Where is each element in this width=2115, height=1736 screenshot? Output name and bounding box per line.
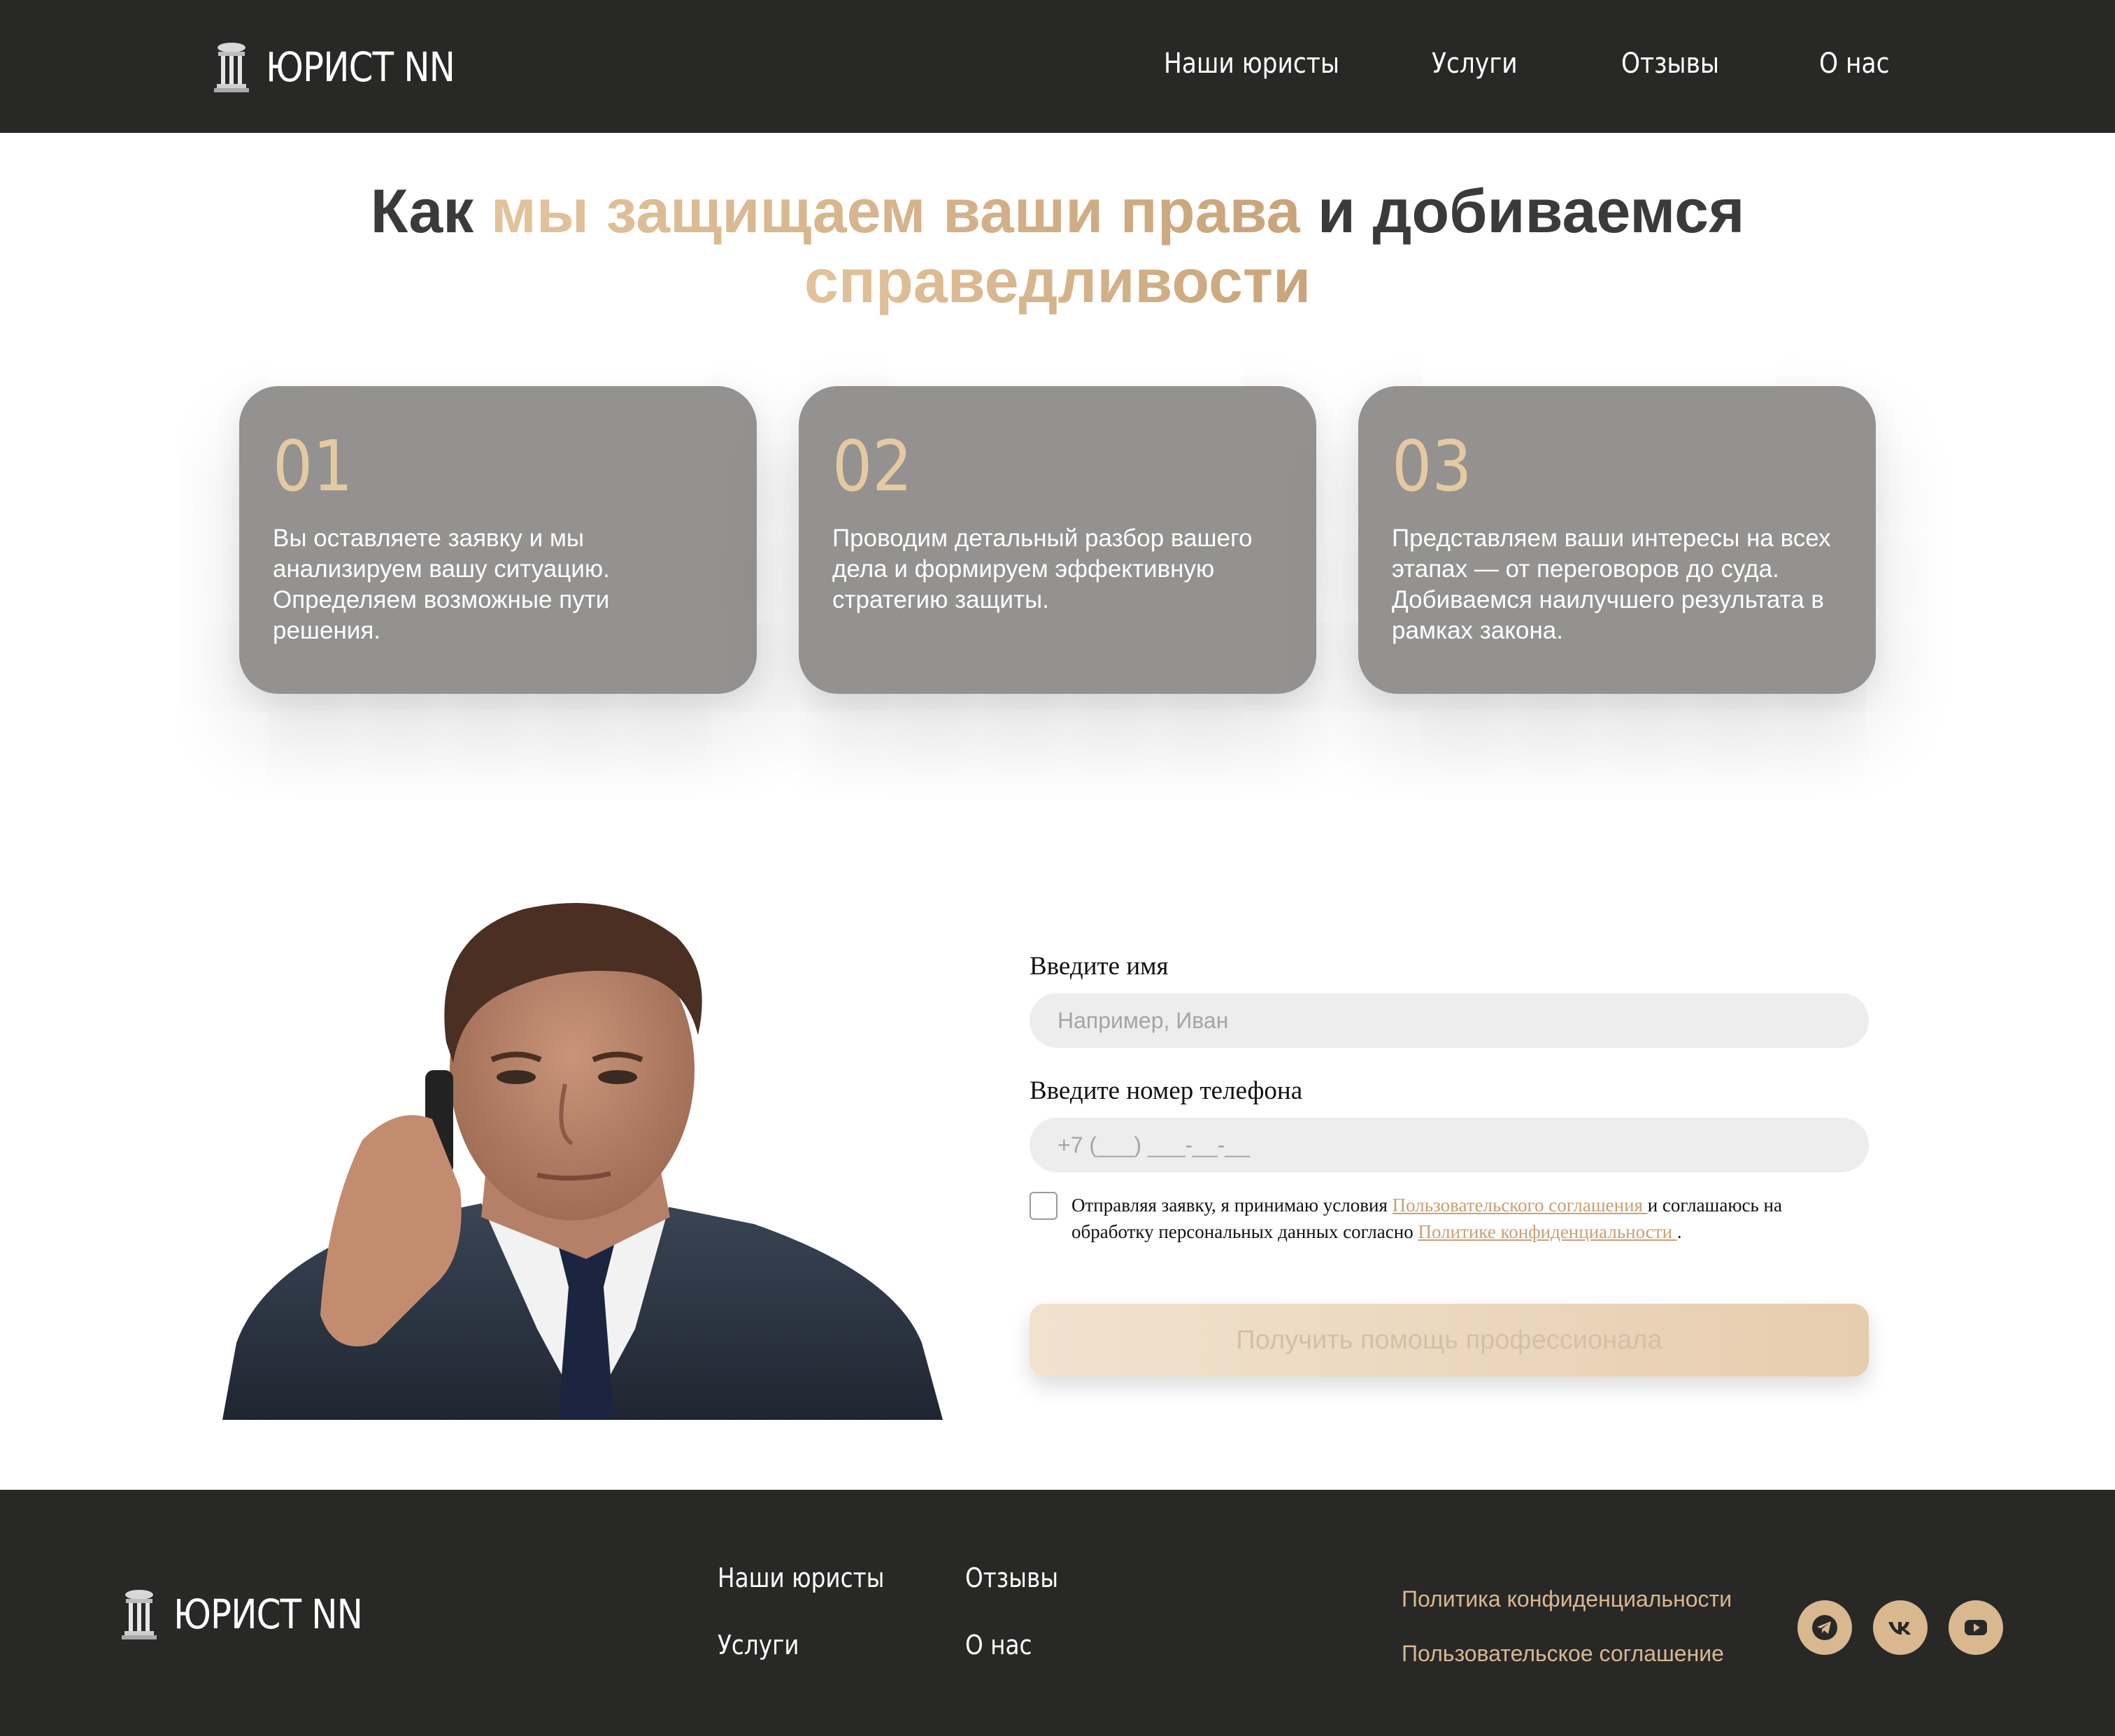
- footer-brand-name: ЮРИСТ NN: [173, 1591, 363, 1638]
- youtube-icon[interactable]: [1949, 1600, 2003, 1655]
- agree-text-3: .: [1676, 1221, 1682, 1242]
- phone-input[interactable]: [1030, 1118, 1869, 1172]
- step-number: 02: [832, 425, 913, 507]
- title-highlight2: справедливости: [804, 246, 1311, 315]
- step-text: Представляем ваши интересы на всех этапа…: [1392, 525, 1831, 644]
- vk-glyph: [1888, 1622, 1911, 1635]
- youtube-glyph: [1965, 1620, 1987, 1635]
- agree-checkbox[interactable]: [1030, 1192, 1058, 1220]
- footer-privacy-link[interactable]: Политика конфиденциальности: [1402, 1586, 1732, 1612]
- main-nav: Наши юристы Услуги Отзывы О нас: [0, 48, 2115, 90]
- step-card-2: 02 Проводим детальный разбор вашего дела…: [799, 386, 1316, 694]
- step-card-1: 01 Вы оставляете заявку и мы анализируем…: [239, 386, 757, 694]
- vk-icon[interactable]: [1873, 1600, 1928, 1655]
- name-label: Введите имя: [1030, 952, 1169, 981]
- title-part2: и добиваемся: [1300, 176, 1745, 246]
- footer-nav-reviews[interactable]: Отзывы: [965, 1563, 1058, 1593]
- nav-lawyers[interactable]: Наши юристы: [1164, 48, 1339, 80]
- name-input[interactable]: [1030, 993, 1869, 1048]
- telegram-glyph: [1812, 1615, 1837, 1640]
- site-header: ЮРИСТ NN Наши юристы Услуги Отзывы О нас: [0, 0, 2115, 133]
- site-footer: ЮРИСТ NN Наши юристы Услуги Отзывы О нас…: [0, 1490, 2115, 1736]
- footer-logo[interactable]: ЮРИСТ NN: [120, 1586, 393, 1642]
- footer-nav-lawyers[interactable]: Наши юристы: [718, 1563, 884, 1593]
- phone-label: Введите номер телефона: [1030, 1076, 1303, 1105]
- nav-about[interactable]: О нас: [1819, 48, 1889, 80]
- terms-link[interactable]: Пользовательского соглашения: [1393, 1195, 1648, 1216]
- telegram-icon[interactable]: [1797, 1600, 1852, 1655]
- title-part1: Как: [370, 176, 491, 246]
- agree-text-1: Отправляя заявку, я принимаю условия: [1071, 1195, 1393, 1216]
- footer-terms-link[interactable]: Пользовательское соглашение: [1402, 1641, 1724, 1667]
- agreement: Отправляя заявку, я принимаю условия Пол…: [1030, 1192, 1869, 1245]
- nav-reviews[interactable]: Отзывы: [1621, 48, 1719, 80]
- consultation-form: Введите имя Введите номер телефона Отпра…: [1030, 951, 1869, 1376]
- page-title: Как мы защищаем ваши права и добиваемся …: [288, 176, 1827, 316]
- step-number: 01: [273, 425, 353, 507]
- privacy-link[interactable]: Политике конфиденциальности: [1418, 1221, 1676, 1242]
- lawyer-photo: [222, 903, 943, 1420]
- nav-services[interactable]: Услуги: [1432, 48, 1518, 80]
- column-logo-icon: [122, 1590, 157, 1639]
- step-card-3: 03 Представляем ваши интересы на всех эт…: [1358, 386, 1876, 694]
- agree-text: Отправляя заявку, я принимаю условия Пол…: [1071, 1192, 1869, 1245]
- footer-nav-about[interactable]: О нас: [965, 1630, 1032, 1660]
- step-number: 03: [1392, 425, 1472, 507]
- footer-nav-services[interactable]: Услуги: [718, 1630, 799, 1660]
- title-highlight1: мы защищаем ваши права: [490, 176, 1301, 246]
- submit-button[interactable]: Получить помощь профессионала: [1030, 1304, 1869, 1376]
- step-text: Проводим детальный разбор вашего дела и …: [832, 525, 1253, 613]
- step-text: Вы оставляете заявку и мы анализируем ва…: [273, 525, 610, 644]
